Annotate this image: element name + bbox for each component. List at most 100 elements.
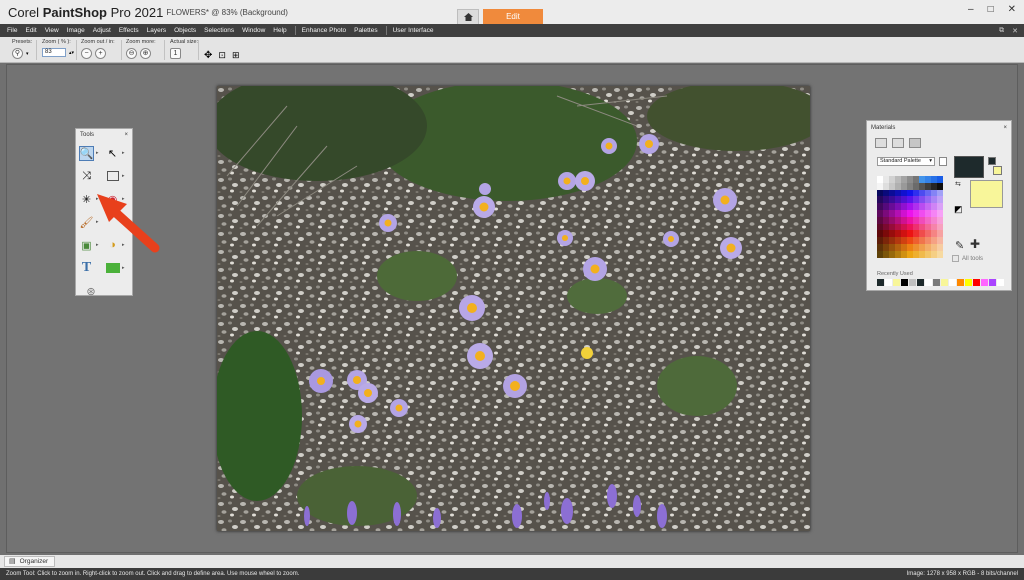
recent-color-swatch[interactable] [877, 279, 885, 286]
dropper-icon[interactable]: ✎ [955, 239, 964, 252]
color-swatch[interactable] [937, 237, 943, 244]
color-swatch[interactable] [937, 250, 943, 258]
menu-user-interface[interactable]: User Interface [393, 27, 434, 34]
dropdown-caret-icon[interactable]: ▸ [96, 150, 99, 156]
frame-tab[interactable] [875, 138, 887, 148]
default-colors-icon[interactable]: ◩ [954, 204, 963, 215]
zoom-out-icon[interactable]: − [81, 48, 92, 59]
zoom-tool-button[interactable]: 🔍 ▸ [79, 144, 103, 162]
recent-color-swatch[interactable] [981, 279, 989, 286]
color-swatch[interactable] [937, 216, 943, 224]
rectangle-tool-button[interactable]: ▸ [105, 259, 129, 277]
pick-tool-button[interactable]: ↖ ▸ [105, 144, 129, 162]
maximize-button[interactable]: □ [988, 4, 994, 15]
color-swatch[interactable] [937, 196, 943, 204]
tools-palette-close-button[interactable]: × [124, 132, 128, 138]
menu-objects[interactable]: Objects [174, 27, 196, 34]
palette-options-icon[interactable] [939, 157, 947, 166]
recent-color-swatch[interactable] [933, 279, 941, 286]
menu-window[interactable]: Window [242, 27, 265, 34]
menubar-controls: ⧉ ✕ [999, 24, 1018, 37]
dropdown-caret-icon[interactable]: ▸ [122, 265, 125, 271]
menu-edit[interactable]: Edit [25, 27, 36, 34]
recent-color-swatch[interactable] [957, 279, 965, 286]
app-title-prefix: Corel [8, 4, 40, 20]
background-color-swatch[interactable] [970, 180, 1003, 208]
color-swatch[interactable] [937, 182, 943, 190]
close-window-button[interactable]: ✕ [1008, 4, 1016, 15]
color-swatch[interactable] [937, 176, 943, 183]
zoom-in-icon[interactable]: + [95, 48, 106, 59]
recent-color-swatch[interactable] [965, 279, 973, 286]
menu-palettes[interactable]: Palettes [354, 27, 378, 34]
background-small-swatch[interactable] [993, 166, 1002, 175]
palette-select[interactable]: Standard Palette ▾ [877, 157, 935, 166]
recent-color-swatch[interactable] [949, 279, 957, 286]
menu-layers[interactable]: Layers [147, 27, 167, 34]
restore-doc-button[interactable]: ⧉ [999, 27, 1004, 35]
rainbow-tab[interactable] [892, 138, 904, 148]
edit-tab[interactable]: Edit [483, 9, 543, 24]
swatches-tab[interactable] [909, 138, 921, 148]
add-swatch-icon[interactable]: ✚ [970, 237, 980, 251]
color-swatch[interactable] [937, 230, 943, 238]
fit-image-icon[interactable]: ⊞ [232, 50, 240, 61]
swap-colors-icon[interactable]: ⇆ [955, 180, 961, 188]
recent-color-swatch[interactable] [901, 279, 909, 286]
move-icon[interactable]: ✥ [204, 50, 212, 61]
foreground-color-swatch[interactable] [954, 156, 984, 178]
recent-color-swatch[interactable] [997, 279, 1005, 286]
foreground-small-swatch[interactable] [988, 157, 996, 165]
fit-window-icon[interactable]: ⊡ [218, 50, 226, 61]
clone-tool-icon: ▣ [81, 239, 92, 252]
smart-carver-tool-button[interactable]: ⊛ [79, 282, 103, 300]
presets-zoom-icon[interactable]: ⚲ [12, 48, 23, 59]
dropper-tool-button[interactable]: ⤨ [79, 167, 103, 185]
zoom-more-in-icon[interactable]: ⊕ [140, 48, 151, 59]
presets-dropdown-icon[interactable]: ▾ [26, 51, 29, 57]
materials-palette-close-button[interactable]: × [1003, 125, 1007, 131]
zoom-spinner-icon[interactable]: ▴▾ [69, 50, 74, 56]
text-tool-button[interactable]: T [79, 259, 103, 277]
zoom-percent-input[interactable]: 83 [42, 48, 66, 57]
options-separator [121, 40, 122, 60]
color-swatch[interactable] [937, 203, 943, 210]
menu-file[interactable]: File [7, 27, 17, 34]
close-doc-button[interactable]: ✕ [1012, 27, 1018, 35]
recent-colors-row[interactable] [877, 279, 1005, 286]
color-swatch[interactable] [937, 223, 943, 231]
home-icon [463, 13, 473, 21]
all-tools-option[interactable]: All tools [952, 255, 983, 262]
recent-color-swatch[interactable] [885, 279, 893, 286]
recent-color-swatch[interactable] [925, 279, 933, 286]
color-swatches-grid[interactable] [877, 176, 943, 258]
menu-selections[interactable]: Selections [204, 27, 234, 34]
minimize-button[interactable]: – [968, 4, 974, 15]
presets-group: Presets: ⚲ ▾ [12, 39, 32, 59]
organizer-tab[interactable]: ▤ Organizer [4, 556, 56, 567]
menu-enhance-photo[interactable]: Enhance Photo [302, 27, 346, 34]
actual-size-icon[interactable]: 1 [170, 48, 181, 59]
menu-view[interactable]: View [45, 27, 59, 34]
color-swatch[interactable] [937, 243, 943, 251]
recent-color-swatch[interactable] [893, 279, 901, 286]
selection-tool-button[interactable]: ▸ [105, 167, 129, 185]
dropdown-caret-icon[interactable]: ▸ [122, 150, 125, 156]
recent-color-swatch[interactable] [989, 279, 997, 286]
color-swatch[interactable] [937, 189, 943, 197]
recent-color-swatch[interactable] [941, 279, 949, 286]
makeover-tool-icon: ✳ [81, 193, 92, 206]
menu-effects[interactable]: Effects [119, 27, 139, 34]
all-tools-checkbox[interactable] [952, 255, 959, 262]
flowers-image-canvas[interactable] [217, 86, 810, 531]
dropdown-caret-icon[interactable]: ▸ [122, 173, 125, 179]
recent-color-swatch[interactable] [909, 279, 917, 286]
zoom-more-out-icon[interactable]: ⊖ [126, 48, 137, 59]
menu-image[interactable]: Image [67, 27, 85, 34]
recent-color-swatch[interactable] [973, 279, 981, 286]
recent-color-swatch[interactable] [917, 279, 925, 286]
home-tab[interactable] [457, 9, 479, 24]
color-swatch[interactable] [937, 209, 943, 217]
menu-help[interactable]: Help [273, 27, 286, 34]
menu-adjust[interactable]: Adjust [93, 27, 111, 34]
